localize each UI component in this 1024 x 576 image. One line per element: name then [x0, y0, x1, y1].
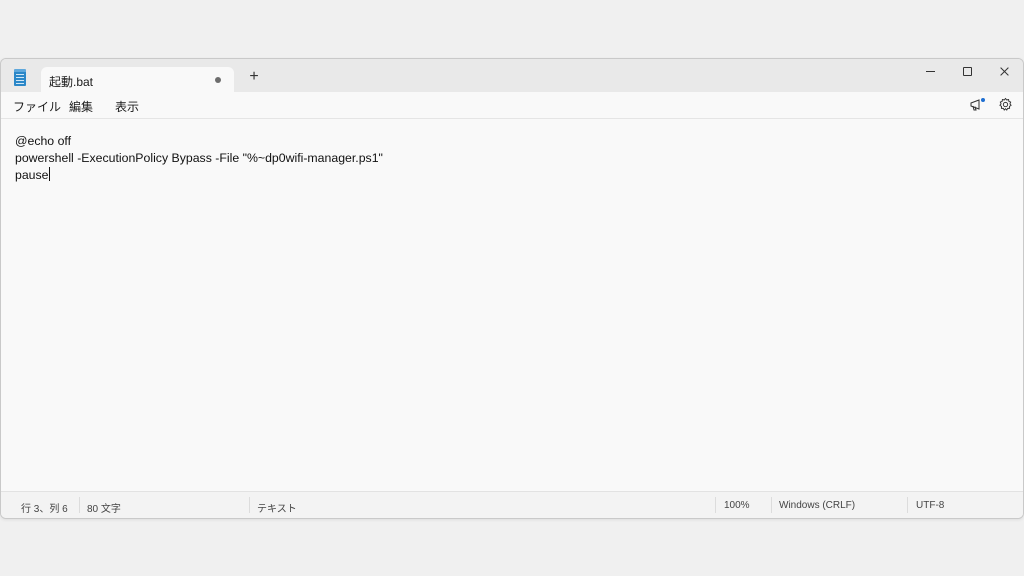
status-char-count: 80 文字 [87, 504, 121, 515]
unsaved-dot-icon[interactable] [215, 77, 221, 83]
whats-new-megaphone-icon[interactable] [969, 98, 985, 112]
tab-title: 起動.bat [49, 75, 94, 89]
editor-line-with-caret: pause [15, 167, 50, 184]
editor-line-text: pause [15, 168, 49, 182]
text-caret [48, 167, 50, 181]
notepad-app-icon [14, 69, 26, 86]
editor-line: powershell -ExecutionPolicy Bypass -File… [15, 151, 383, 165]
status-bar: 行 3、列 6 80 文字 テキスト 100% Windows (CRLF) U… [1, 491, 1023, 518]
menu-bar: ファイル 編集 表示 [1, 92, 1023, 119]
title-bar: 起動.bat + [1, 59, 1023, 93]
status-format[interactable]: テキスト [257, 500, 297, 515]
menu-edit[interactable]: 編集 [69, 98, 93, 115]
menu-view[interactable]: 表示 [115, 98, 139, 115]
new-tab-button[interactable]: + [245, 67, 263, 87]
editor-line: @echo off [15, 134, 72, 148]
status-encoding[interactable]: UTF-8 [916, 500, 944, 511]
maximize-button[interactable] [948, 59, 986, 85]
text-editor-area[interactable]: @echo off powershell -ExecutionPolicy By… [1, 119, 1023, 491]
tab-active-file[interactable]: 起動.bat [41, 67, 234, 93]
status-divider [249, 497, 250, 513]
status-divider [79, 497, 80, 513]
status-divider [715, 497, 716, 513]
status-line-ending[interactable]: Windows (CRLF) [779, 500, 855, 511]
status-zoom[interactable]: 100% [724, 500, 750, 511]
status-divider [771, 497, 772, 513]
menu-file[interactable]: ファイル [13, 98, 61, 115]
notepad-window: 起動.bat + ファイル 編集 表示 @echo off powershell… [0, 58, 1024, 519]
status-divider [907, 497, 908, 513]
settings-gear-icon[interactable] [998, 97, 1013, 112]
close-button[interactable] [985, 59, 1023, 85]
status-cursor-position: 行 3、列 6 [21, 504, 68, 515]
minimize-button[interactable] [911, 59, 949, 85]
